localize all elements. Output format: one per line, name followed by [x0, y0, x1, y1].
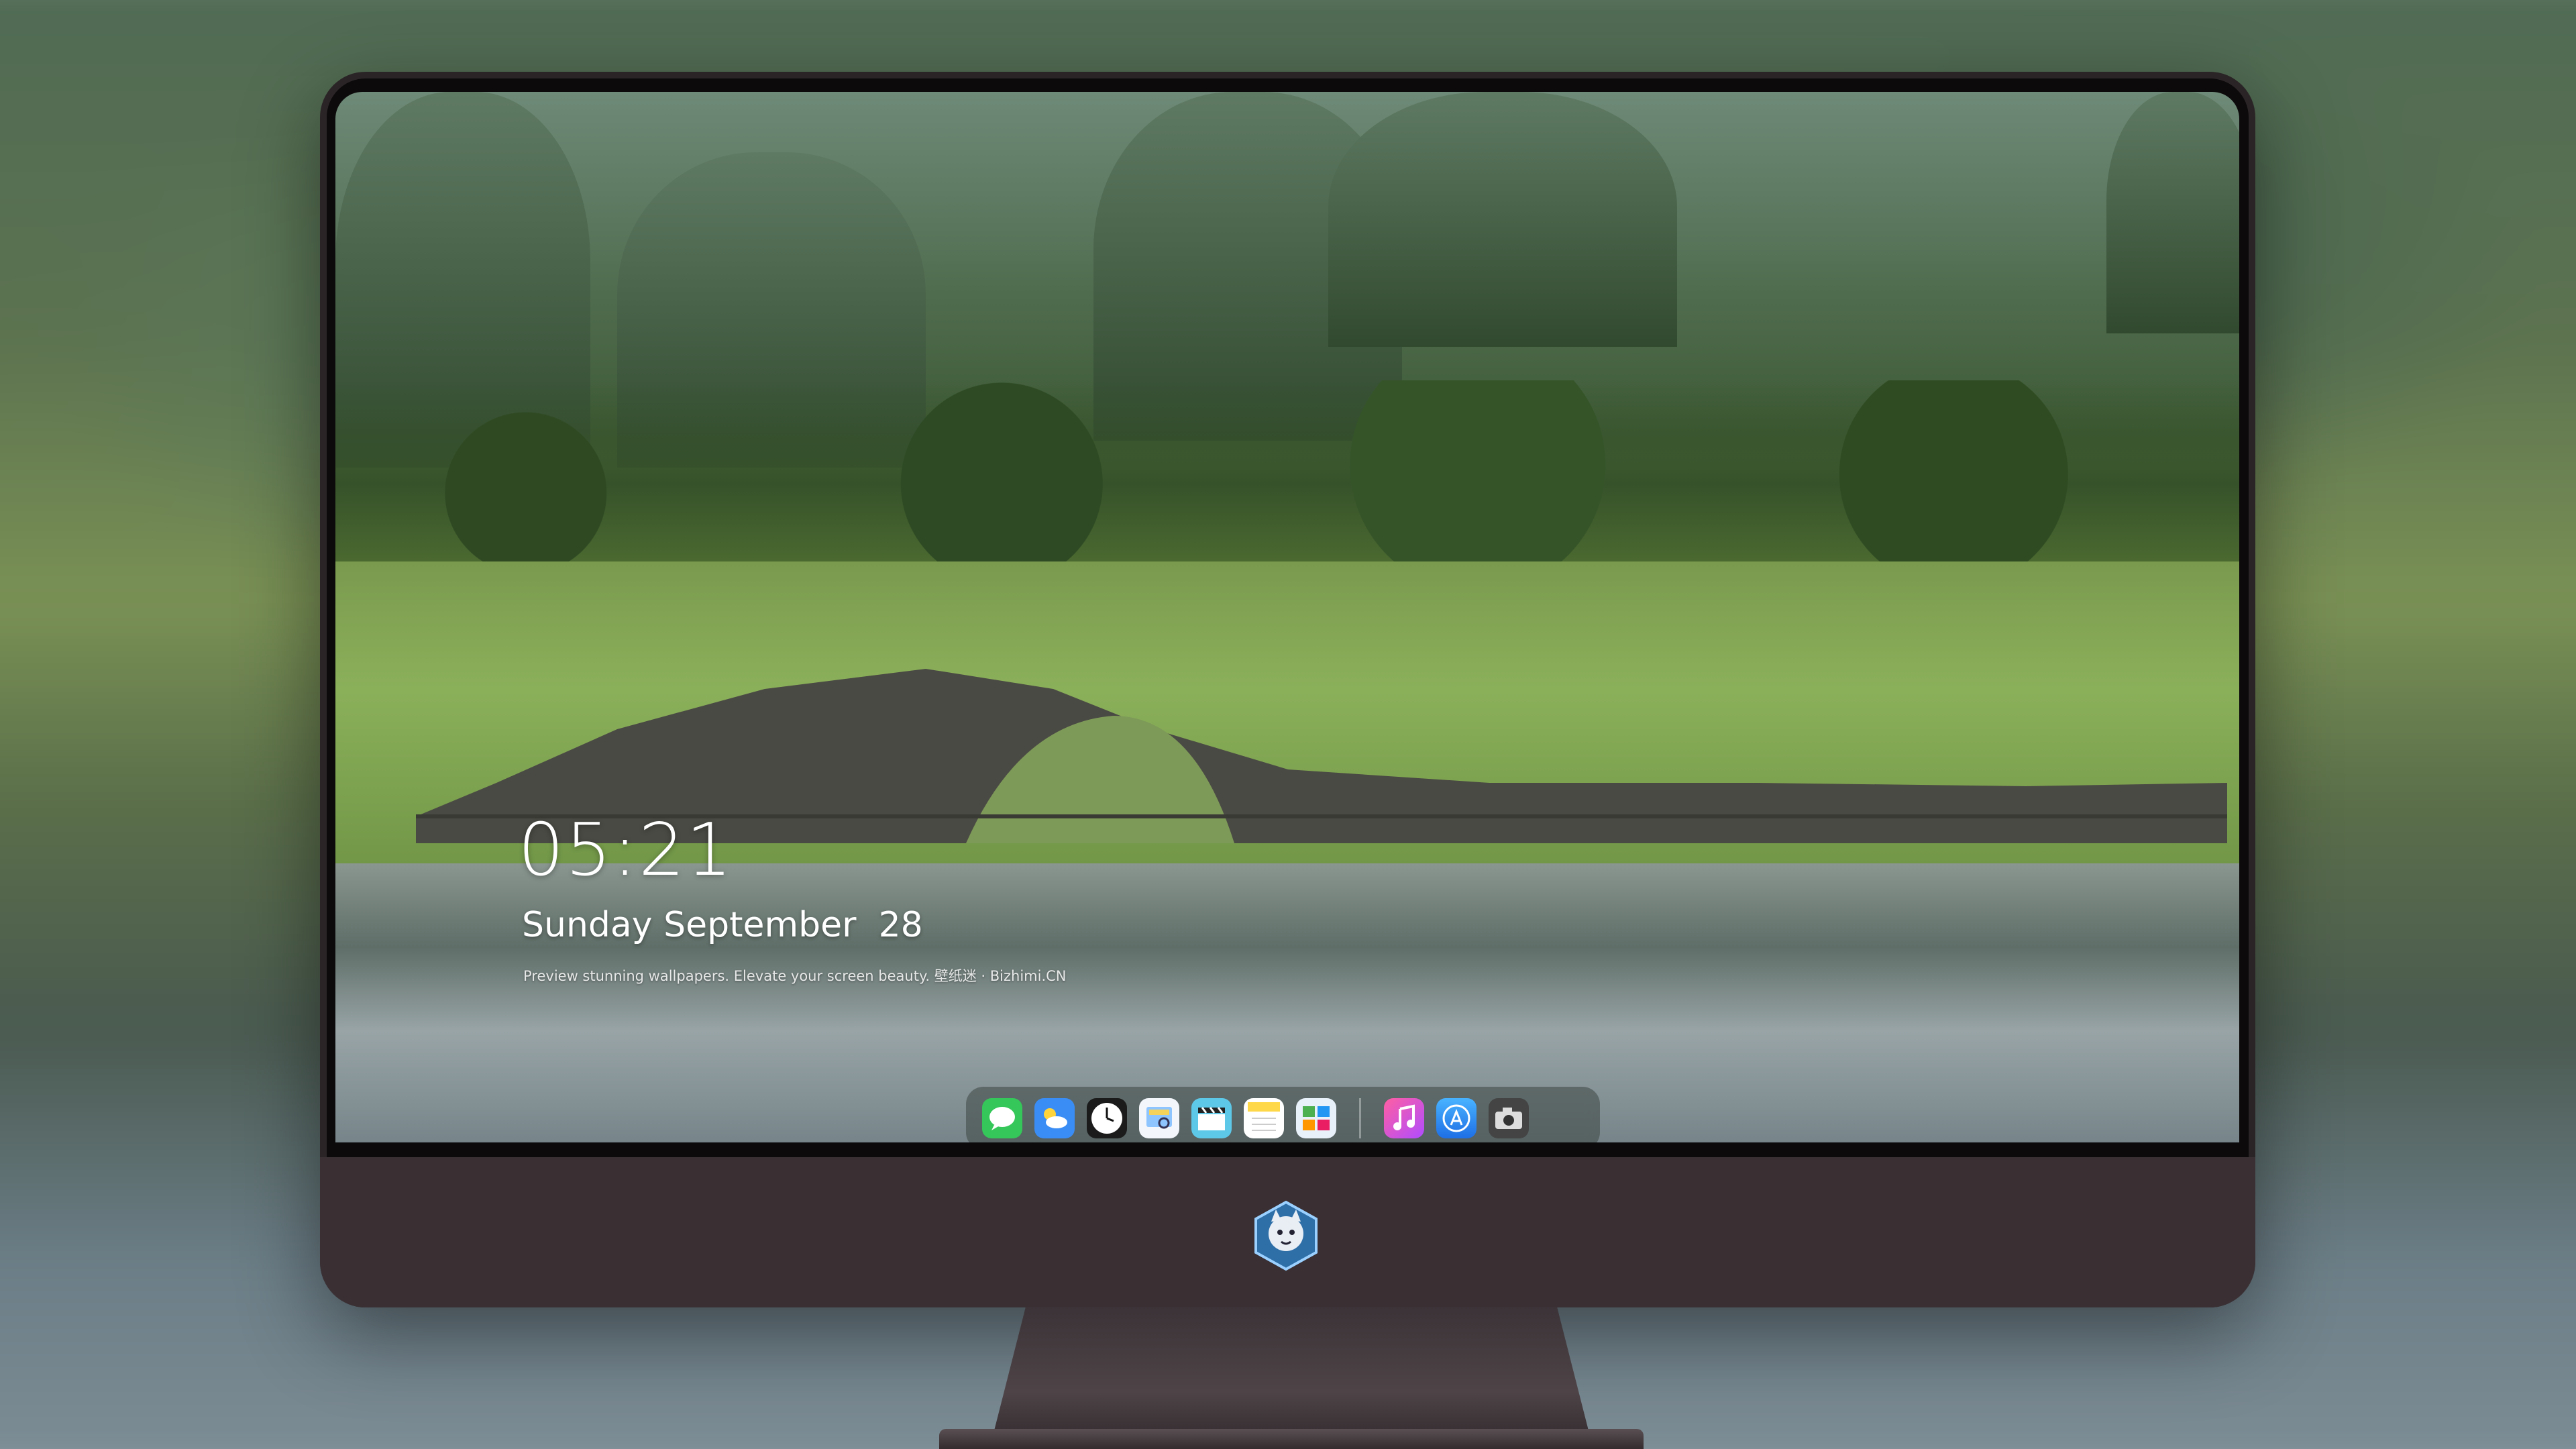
desktop-screen[interactable]: 05:21 Sunday September 28 Preview stunni…	[335, 92, 2239, 1142]
photos-icon[interactable]	[1296, 1098, 1336, 1138]
camera-icon[interactable]	[1489, 1098, 1529, 1138]
wallpaper-mountain	[2106, 92, 2239, 333]
clapperboard-icon[interactable]	[1191, 1098, 1232, 1138]
clock-icon[interactable]	[1087, 1098, 1127, 1138]
wolf-mascot-icon	[1254, 1200, 1318, 1271]
lockscreen-tagline: Preview stunning wallpapers. Elevate you…	[523, 968, 1067, 984]
app-store-icon[interactable]	[1436, 1098, 1477, 1138]
wallpaper-trees	[335, 380, 2239, 568]
lockscreen-time: 05:21	[518, 808, 734, 892]
music-icon[interactable]	[1384, 1098, 1424, 1138]
wallpaper-mountain	[1328, 92, 1677, 347]
lockscreen-date: Sunday September 28	[522, 905, 923, 945]
monitor-stand	[989, 1307, 1593, 1449]
messages-icon[interactable]	[982, 1098, 1022, 1138]
monitor-bezel: 05:21 Sunday September 28 Preview stunni…	[327, 78, 2249, 1224]
monitor: 05:21 Sunday September 28 Preview stunni…	[320, 72, 2255, 1307]
dock	[966, 1087, 1600, 1142]
preview-icon[interactable]	[1139, 1098, 1179, 1138]
weather-icon[interactable]	[1034, 1098, 1075, 1138]
monitor-stand-base	[939, 1429, 1644, 1449]
notes-icon[interactable]	[1244, 1098, 1284, 1138]
dock-separator	[1359, 1098, 1361, 1138]
